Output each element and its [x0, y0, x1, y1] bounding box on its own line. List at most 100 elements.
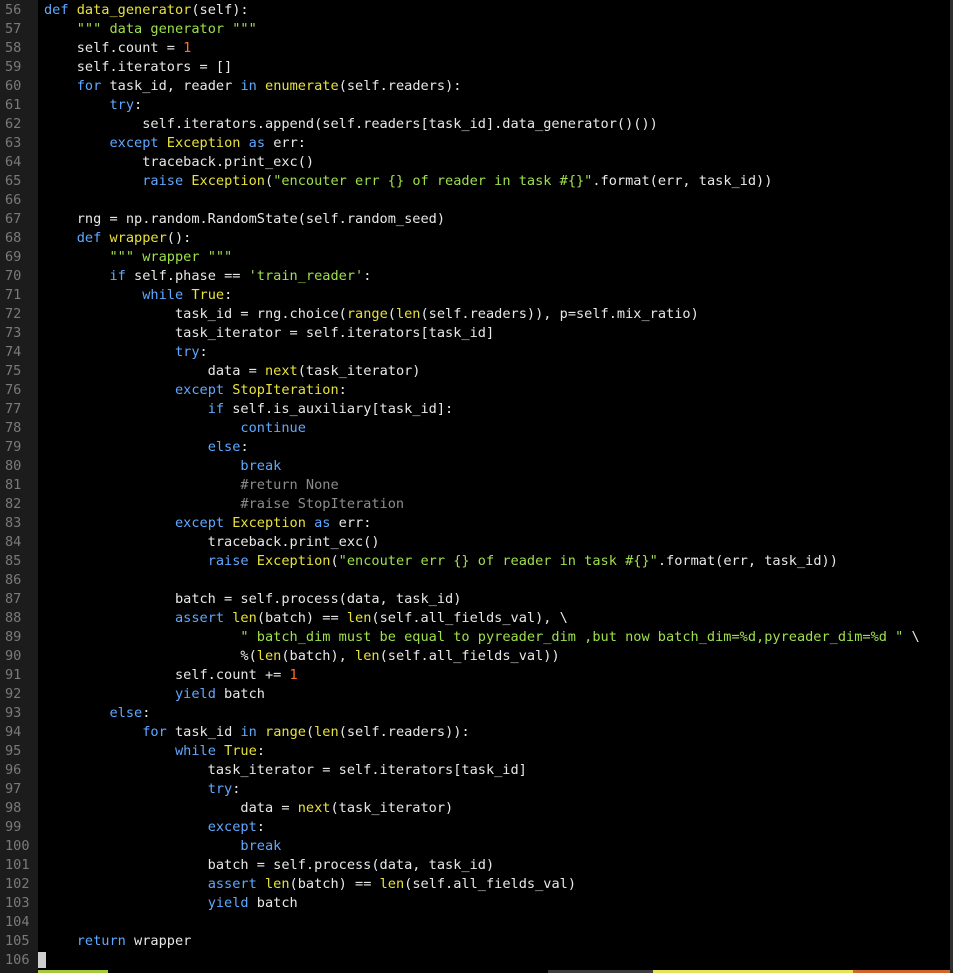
code-line[interactable]: task_id = rng.choice(range(len(self.read… [44, 305, 699, 324]
code-line[interactable]: break [44, 457, 281, 476]
line-number: 95 [5, 743, 22, 759]
code-token: for [76, 78, 102, 94]
code-line[interactable]: data = next(task_iterator) [44, 799, 453, 818]
code-line[interactable]: self.count += 1 [44, 666, 298, 685]
line-number: 99 [5, 819, 22, 835]
code-token: traceback.print_exc() [44, 154, 315, 170]
code-line[interactable]: """ wrapper """ [44, 248, 232, 267]
code-line[interactable]: rng = np.random.RandomState(self.random_… [44, 210, 445, 229]
code-line[interactable]: %(len(batch), len(self.all_fields_val)) [44, 647, 560, 666]
line-number: 74 [5, 344, 22, 360]
code-line[interactable]: task_iterator = self.iterators[task_id] [44, 761, 527, 780]
code-token: Exception [232, 515, 306, 531]
line-number: 67 [5, 211, 22, 227]
code-line[interactable]: for task_id in range(len(self.readers)): [44, 723, 470, 742]
code-line[interactable]: try: [44, 780, 241, 799]
code-token: in [240, 724, 257, 740]
code-token: task_iterator = self.iterators[task_id] [44, 325, 495, 341]
code-line[interactable]: traceback.print_exc() [44, 533, 380, 552]
code-line[interactable]: raise Exception("encouter err {} of read… [44, 552, 838, 571]
code-line[interactable]: def data_generator(self): [44, 1, 249, 20]
code-line[interactable]: #raise StopIteration [44, 495, 404, 514]
code-line[interactable]: while True: [44, 742, 265, 761]
code-token: if [207, 401, 225, 417]
code-token: (self.all_fields_val)) [379, 648, 560, 664]
code-line[interactable]: def wrapper(): [44, 229, 192, 248]
line-number: 90 [5, 648, 22, 664]
line-number: 92 [5, 686, 22, 702]
code-line[interactable]: while True: [44, 286, 232, 305]
code-token: err: [265, 135, 306, 151]
code-line[interactable]: self.iterators.append(self.readers[task_… [44, 115, 658, 134]
code-line[interactable]: " batch_dim must be equal to pyreader_di… [44, 628, 919, 647]
code-line[interactable]: data = next(task_iterator) [44, 362, 421, 381]
code-line[interactable]: batch = self.process(data, task_id) [44, 856, 494, 875]
code-token: """ data generator """ [76, 21, 257, 37]
code-line[interactable]: except StopIteration: [44, 381, 347, 400]
code-line[interactable]: for task_id, reader in enumerate(self.re… [44, 77, 462, 96]
code-area[interactable]: def data_generator(self): """ data gener… [38, 0, 950, 973]
code-token: as [314, 515, 331, 531]
code-token: 'train_reader' [248, 268, 364, 284]
code-line[interactable]: assert len(batch) == len(self.all_fields… [44, 875, 576, 894]
code-line[interactable]: if self.phase == 'train_reader': [44, 267, 371, 286]
code-token: Exception [166, 135, 241, 151]
code-token: continue [240, 420, 306, 436]
code-token: rng = np.random.RandomState(self.random_… [44, 211, 446, 227]
code-token: enumerate [265, 78, 339, 94]
line-number: 58 [5, 40, 22, 56]
code-token: (task_iterator) [330, 800, 454, 816]
code-line[interactable]: self.count = 1 [44, 39, 192, 58]
code-token: """ wrapper """ [109, 249, 233, 265]
line-number: 104 [5, 914, 30, 930]
code-token: : [232, 781, 241, 797]
code-line[interactable]: traceback.print_exc() [44, 153, 314, 172]
code-token: : [363, 268, 372, 284]
code-token: for [142, 724, 167, 740]
code-line[interactable]: assert len(batch) == len(self.all_fields… [44, 609, 568, 628]
line-number: 68 [5, 230, 22, 246]
code-line[interactable]: batch = self.process(data, task_id) [44, 590, 461, 609]
code-token: else [109, 705, 143, 721]
line-number: 70 [5, 268, 22, 284]
code-line[interactable]: yield batch [44, 894, 298, 913]
code-line[interactable]: try: [44, 343, 208, 362]
code-line[interactable]: try: [44, 96, 142, 115]
code-line[interactable]: break [44, 837, 281, 856]
code-line[interactable]: self.iterators = [] [44, 58, 233, 77]
line-number: 59 [5, 59, 22, 75]
line-number: 73 [5, 325, 22, 341]
code-token: True [191, 287, 225, 303]
code-token: : [142, 705, 151, 721]
code-line[interactable]: continue [44, 419, 306, 438]
code-line[interactable]: yield batch [44, 685, 265, 704]
code-line[interactable]: #return None [44, 476, 338, 495]
code-line[interactable]: raise Exception("encouter err {} of read… [44, 172, 772, 191]
code-token: : [256, 819, 265, 835]
code-line[interactable]: task_iterator = self.iterators[task_id] [44, 324, 494, 343]
line-number: 94 [5, 724, 22, 740]
code-editor[interactable]: 56 57 58 59 60 61 62 63 64 65 66 67 68 69 70 71 72 73 74 75… [0, 0, 953, 973]
code-line[interactable]: if self.is_auxiliary[task_id]: [44, 400, 454, 419]
code-line[interactable]: except: [44, 818, 265, 837]
code-token: (self.readers)): [338, 724, 470, 740]
code-line[interactable]: except Exception as err: [44, 514, 371, 533]
code-line[interactable]: else: [44, 438, 249, 457]
code-line[interactable]: """ data generator """ [44, 20, 257, 39]
code-token: self.iterators.append(self.readers[task_… [44, 116, 658, 132]
code-token: batch [248, 895, 298, 911]
code-line[interactable]: except Exception as err: [44, 134, 306, 153]
code-line[interactable]: else: [44, 704, 150, 723]
code-line[interactable]: return wrapper [44, 932, 192, 951]
line-number: 65 [5, 173, 22, 189]
